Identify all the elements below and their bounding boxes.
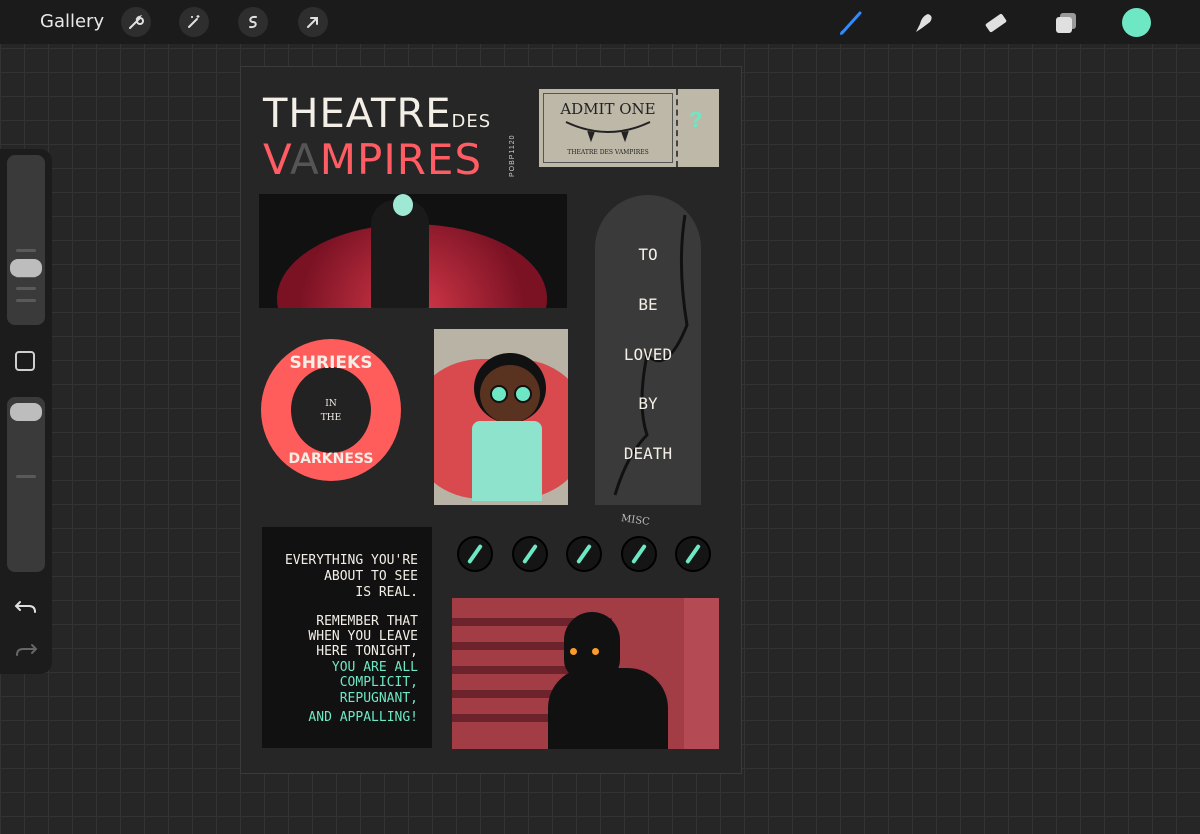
arch-panel: TO BE LOVED BY DEATH xyxy=(595,195,701,505)
brush-icon[interactable] xyxy=(836,8,866,38)
fangs-icon xyxy=(565,121,651,143)
title-des: DES xyxy=(451,111,492,132)
ticket-admit-text: ADMIT ONE xyxy=(560,100,656,118)
opacity-knob[interactable] xyxy=(10,403,42,421)
quote-line: IS REAL. xyxy=(355,585,418,600)
ticket-perforation xyxy=(676,89,678,167)
arch-word: DEATH xyxy=(623,444,673,463)
ticket-subtitle: THEATRE DES VAMPIRES xyxy=(567,149,649,156)
redo-icon[interactable] xyxy=(13,639,39,663)
quote-line: EVERYTHING YOU'RE xyxy=(284,553,418,568)
ticket-main: ADMIT ONE THEATRE DES VAMPIRES xyxy=(543,93,673,163)
quote-line: ABOUT TO SEE xyxy=(324,569,418,584)
opacity-slider[interactable] xyxy=(7,397,45,572)
title-mpires: MPIRES xyxy=(319,135,483,184)
vampire-figure xyxy=(371,200,429,308)
ticket-stub-mark: ? xyxy=(689,107,703,132)
slider-tick xyxy=(16,475,36,478)
doll-eye xyxy=(490,385,508,403)
quote-line-teal: YOU ARE ALL xyxy=(331,660,418,675)
misc-sticker xyxy=(457,536,493,572)
glowing-eye xyxy=(592,648,599,655)
title-line-1: THEATREDES xyxy=(263,91,491,137)
quote-panel: EVERYTHING YOU'RE ABOUT TO SEE IS REAL. … xyxy=(262,527,432,748)
misc-sticker xyxy=(621,536,657,572)
modifier-button[interactable] xyxy=(15,351,35,371)
slider-tick xyxy=(16,299,36,302)
quote-line-teal: AND APPALLING! xyxy=(308,710,418,725)
brush-size-knob[interactable] xyxy=(10,259,42,277)
artwork-canvas[interactable]: THEATREDES VAMPIRES POBP1120 ADMIT ONE T… xyxy=(240,66,742,774)
title-v: V xyxy=(263,135,291,184)
silhouette-body xyxy=(548,668,668,749)
quote-line-teal: COMPLICIT, xyxy=(339,675,418,690)
mouth-the: THE xyxy=(320,413,342,423)
eraser-icon[interactable] xyxy=(980,8,1010,38)
mouth-inner xyxy=(291,367,371,453)
quote-line: HERE TONIGHT, xyxy=(316,644,418,659)
silhouette-head xyxy=(564,612,620,680)
selection-s-icon[interactable] xyxy=(238,7,268,37)
arch-word: BE xyxy=(638,295,658,314)
misc-label: MISC xyxy=(620,513,651,528)
vampire-head xyxy=(393,194,413,216)
door xyxy=(684,598,719,749)
artist-tag: POBP1120 xyxy=(509,134,516,177)
glowing-eye xyxy=(570,648,577,655)
wrench-icon[interactable] xyxy=(121,7,151,37)
doll-eye xyxy=(514,385,532,403)
layers-icon[interactable] xyxy=(1051,8,1081,38)
left-sidebar xyxy=(0,149,52,674)
slider-tick xyxy=(16,249,36,252)
mouth-bottom-word: DARKNESS xyxy=(288,451,374,467)
mouth-top-word: SHRIEKS xyxy=(289,353,373,373)
title-line-2: VAMPIRES xyxy=(263,135,482,184)
undo-icon[interactable] xyxy=(13,596,39,620)
silhouette-illustration xyxy=(452,598,719,749)
title-a: A xyxy=(290,135,320,184)
quote-line: REMEMBER THAT xyxy=(316,614,418,629)
admit-one-ticket: ADMIT ONE THEATRE DES VAMPIRES ? xyxy=(539,89,719,167)
magic-wand-icon[interactable] xyxy=(179,7,209,37)
arch-word: LOVED xyxy=(623,345,673,364)
gallery-button[interactable]: Gallery xyxy=(40,11,104,32)
doll-girl-illustration xyxy=(434,329,568,505)
misc-sticker xyxy=(675,536,711,572)
arch-word: TO xyxy=(638,245,658,264)
mouth-in: IN xyxy=(325,399,337,409)
stage-vampire-illustration xyxy=(259,194,567,308)
transform-arrow-icon[interactable] xyxy=(298,7,328,37)
title-theatre: THEATRE xyxy=(263,91,452,137)
arch-word: BY xyxy=(638,394,658,413)
quote-line: WHEN YOU LEAVE xyxy=(308,629,418,644)
quote-line-teal: REPUGNANT, xyxy=(339,691,418,706)
misc-sticker xyxy=(566,536,602,572)
color-swatch-icon[interactable] xyxy=(1122,8,1151,37)
misc-sticker xyxy=(512,536,548,572)
top-toolbar: Gallery xyxy=(0,0,1200,44)
smudge-icon[interactable] xyxy=(908,8,938,38)
shrieks-mouth-graphic: SHRIEKS IN THE DARKNESS xyxy=(261,339,401,481)
brush-size-slider[interactable] xyxy=(7,155,45,325)
teal-dress xyxy=(472,421,542,501)
slider-tick xyxy=(16,287,36,290)
